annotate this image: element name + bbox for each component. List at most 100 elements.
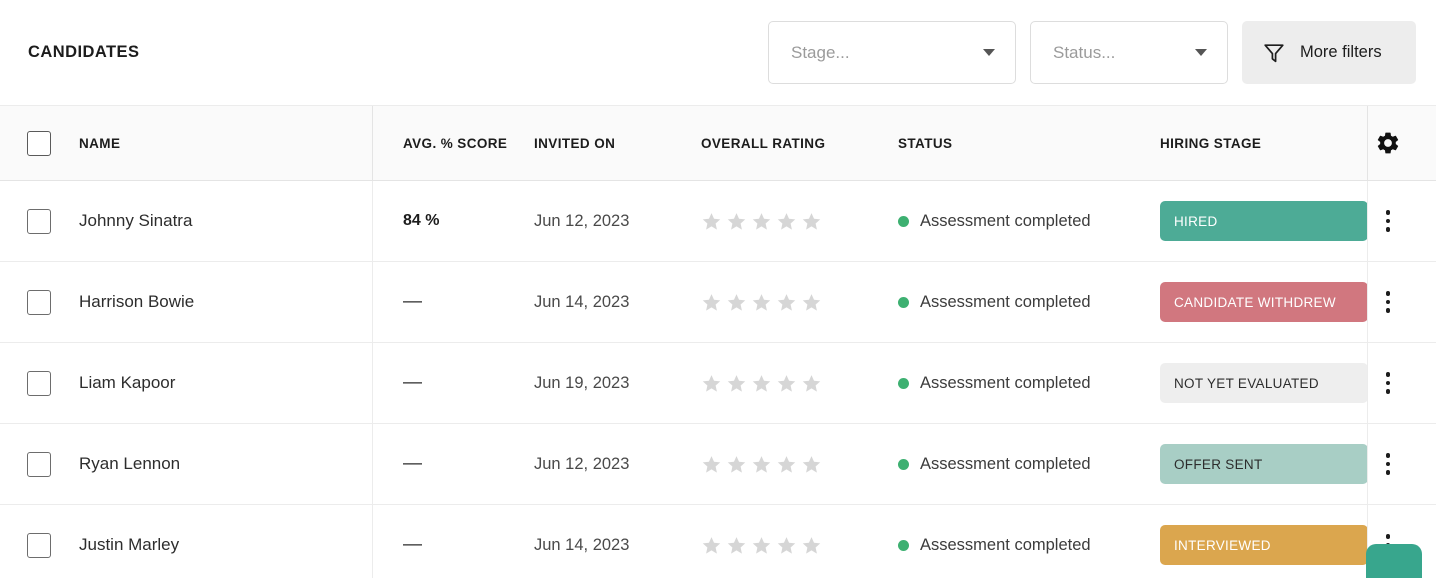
candidate-name: Ryan Lennon (79, 454, 181, 473)
candidate-name-cell[interactable]: Harrison Bowie (78, 292, 372, 312)
table-row[interactable]: Ryan Lennon — Jun 12, 2023 Assessment compl… (0, 424, 1436, 505)
kebab-menu-icon[interactable] (1377, 208, 1399, 234)
table-row[interactable]: Johnny Sinatra 84 % Jun 12, 2023 Assessment… (0, 181, 1436, 262)
table-header-row: NAME AVG. % SCORE INVITED ON OVERALL RAT… (0, 105, 1436, 181)
status-filter-select[interactable]: Status... (1030, 21, 1228, 84)
stage-filter-select[interactable]: Stage... (768, 21, 1016, 84)
invited-on-value: Jun 12, 2023 (534, 211, 630, 230)
star-rating[interactable] (701, 373, 892, 394)
column-settings-cell (1340, 128, 1436, 158)
column-header-overall-rating[interactable]: OVERALL RATING (687, 136, 892, 151)
kebab-menu-icon[interactable] (1377, 370, 1399, 396)
primary-action-button[interactable] (1366, 544, 1422, 578)
avg-score-value: 84 % (403, 212, 440, 229)
candidate-name-cell[interactable]: Ryan Lennon (78, 454, 372, 474)
star-icon (727, 293, 746, 311)
candidate-name-cell[interactable]: Justin Marley (78, 535, 372, 555)
column-header-score[interactable]: AVG. % SCORE (372, 136, 534, 151)
invited-on-cell: Jun 12, 2023 (534, 212, 687, 231)
star-icon (777, 536, 796, 554)
select-all-cell (0, 130, 78, 156)
star-icon (802, 293, 821, 311)
candidate-name-cell[interactable]: Liam Kapoor (78, 373, 372, 393)
star-icon (752, 374, 771, 392)
overall-rating-cell[interactable] (687, 535, 892, 556)
hiring-stage-badge[interactable]: HIRED (1160, 201, 1368, 241)
status-cell: Assessment completed (892, 293, 1157, 312)
overall-rating-cell[interactable] (687, 454, 892, 475)
status-label: Assessment completed (920, 535, 1091, 554)
star-icon (802, 212, 821, 230)
row-checkbox[interactable] (27, 289, 51, 315)
candidate-name: Justin Marley (79, 535, 180, 554)
candidates-table: NAME AVG. % SCORE INVITED ON OVERALL RAT… (0, 105, 1436, 578)
status-cell: Assessment completed (892, 536, 1157, 555)
star-icon (752, 212, 771, 230)
row-checkbox[interactable] (27, 451, 51, 477)
star-icon (752, 293, 771, 311)
star-icon (777, 212, 796, 230)
overall-rating-cell[interactable] (687, 211, 892, 232)
invited-on-value: Jun 14, 2023 (534, 292, 630, 311)
avg-score-value: — (403, 453, 422, 474)
status-dot-icon (898, 458, 909, 470)
table-body: Johnny Sinatra 84 % Jun 12, 2023 Assessment… (0, 181, 1436, 578)
table-settings-button[interactable] (1373, 128, 1403, 158)
page-title: CANDIDATES (28, 43, 140, 61)
avg-score-cell: — (372, 291, 534, 313)
star-icon (727, 212, 746, 230)
hiring-stage-badge[interactable]: CANDIDATE WITHDREW (1160, 282, 1368, 322)
invited-on-value: Jun 14, 2023 (534, 535, 630, 554)
kebab-menu-icon[interactable] (1377, 289, 1399, 315)
star-icon (702, 536, 721, 554)
status-dot-icon (898, 377, 909, 389)
star-rating[interactable] (701, 535, 892, 556)
status-cell: Assessment completed (892, 374, 1157, 393)
overall-rating-cell[interactable] (687, 373, 892, 394)
stage-filter-placeholder: Stage... (791, 42, 850, 62)
page-header: CANDIDATES Stage... Status... More filte… (0, 0, 1436, 105)
status-label: Assessment completed (920, 211, 1091, 230)
status-dot-icon (898, 539, 909, 551)
select-all-checkbox[interactable] (27, 130, 51, 156)
invited-on-cell: Jun 14, 2023 (534, 536, 687, 555)
filter-bar: Stage... Status... More filters (768, 21, 1416, 84)
status-filter-placeholder: Status... (1053, 42, 1116, 62)
column-header-name[interactable]: NAME (78, 136, 372, 151)
candidate-name: Johnny Sinatra (79, 211, 193, 230)
star-icon (702, 455, 721, 473)
star-icon (777, 455, 796, 473)
hiring-stage-badge[interactable]: INTERVIEWED (1160, 525, 1368, 565)
column-header-status[interactable]: STATUS (892, 136, 1157, 151)
hiring-stage-badge[interactable]: OFFER SENT (1160, 444, 1368, 484)
candidate-name-cell[interactable]: Johnny Sinatra (78, 211, 372, 231)
status-cell: Assessment completed (892, 455, 1157, 474)
row-select-cell (0, 370, 78, 396)
star-rating[interactable] (701, 292, 892, 313)
star-icon (802, 536, 821, 554)
star-icon (727, 455, 746, 473)
star-icon (752, 536, 771, 554)
invited-on-value: Jun 12, 2023 (534, 454, 630, 473)
column-header-invited-on[interactable]: INVITED ON (534, 136, 687, 151)
overall-rating-cell[interactable] (687, 292, 892, 313)
row-checkbox[interactable] (27, 532, 51, 558)
kebab-menu-icon[interactable] (1377, 451, 1399, 477)
star-icon (702, 293, 721, 311)
candidate-name: Liam Kapoor (79, 373, 176, 392)
avg-score-cell: — (372, 453, 534, 475)
hiring-stage-badge[interactable]: NOT YET EVALUATED (1160, 363, 1368, 403)
more-filters-button[interactable]: More filters (1242, 21, 1416, 84)
row-checkbox[interactable] (27, 208, 51, 234)
table-row[interactable]: Harrison Bowie — Jun 14, 2023 Assessment co… (0, 262, 1436, 343)
table-row[interactable]: Justin Marley — Jun 14, 2023 Assessment com… (0, 505, 1436, 578)
table-row[interactable]: Liam Kapoor — Jun 19, 2023 Assessment compl… (0, 343, 1436, 424)
chevron-down-icon (983, 49, 995, 56)
avg-score-value: — (403, 534, 422, 555)
row-checkbox[interactable] (27, 370, 51, 396)
star-icon (727, 374, 746, 392)
star-rating[interactable] (701, 454, 892, 475)
star-rating[interactable] (701, 211, 892, 232)
column-header-hiring-stage[interactable]: HIRING STAGE (1157, 136, 1340, 151)
avg-score-value: — (403, 291, 422, 312)
